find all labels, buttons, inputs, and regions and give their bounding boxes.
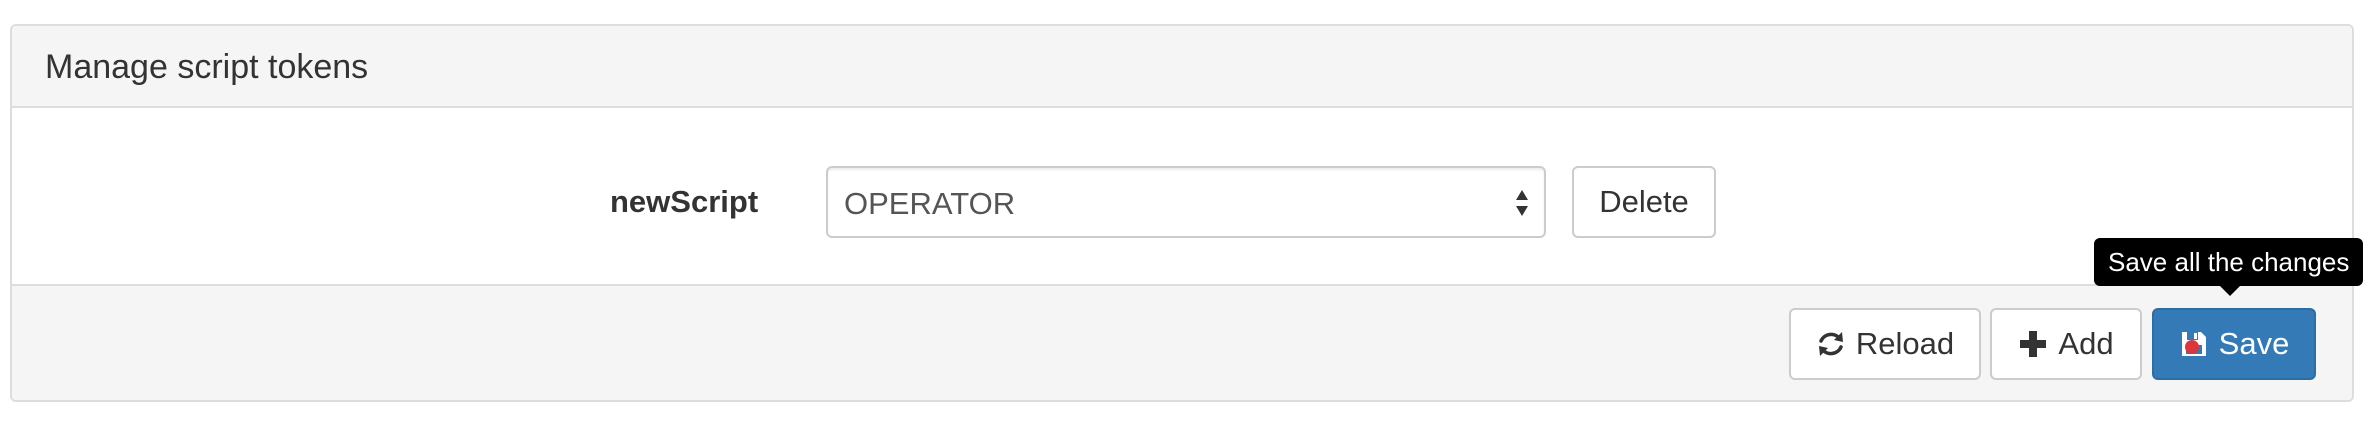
reload-button-label: Reload bbox=[1855, 326, 1955, 361]
manage-script-tokens-panel: Manage script tokens newScript OPERATOR … bbox=[10, 24, 2354, 402]
add-token-button[interactable]: Add bbox=[1990, 308, 2142, 380]
save-tooltip: Save all the changes bbox=[2094, 238, 2364, 286]
select-arrows-icon bbox=[1516, 190, 1528, 216]
save-tooltip-arrow bbox=[2220, 286, 2240, 296]
delete-token-button[interactable]: Delete bbox=[1572, 166, 1716, 238]
save-button-label: Save bbox=[2218, 326, 2290, 361]
panel-title: Manage script tokens bbox=[45, 48, 369, 86]
add-button-label: Add bbox=[2058, 326, 2114, 361]
token-name-label: newScript bbox=[610, 184, 759, 219]
delete-button-label: Delete bbox=[1599, 184, 1689, 219]
save-button[interactable]: Save bbox=[2152, 308, 2316, 380]
panel-body: newScript OPERATOR Delete bbox=[12, 108, 2352, 284]
refresh-icon bbox=[1818, 332, 1843, 356]
panel-heading: Manage script tokens bbox=[12, 26, 2352, 108]
reload-button[interactable]: Reload bbox=[1789, 308, 1981, 380]
token-type-selected-value: OPERATOR bbox=[844, 186, 1016, 221]
plus-icon bbox=[2020, 331, 2047, 357]
mouse-cursor-marker bbox=[2185, 340, 2199, 354]
panel-footer: Reload Add Save bbox=[12, 284, 2352, 400]
token-type-select[interactable]: OPERATOR bbox=[826, 166, 1546, 238]
